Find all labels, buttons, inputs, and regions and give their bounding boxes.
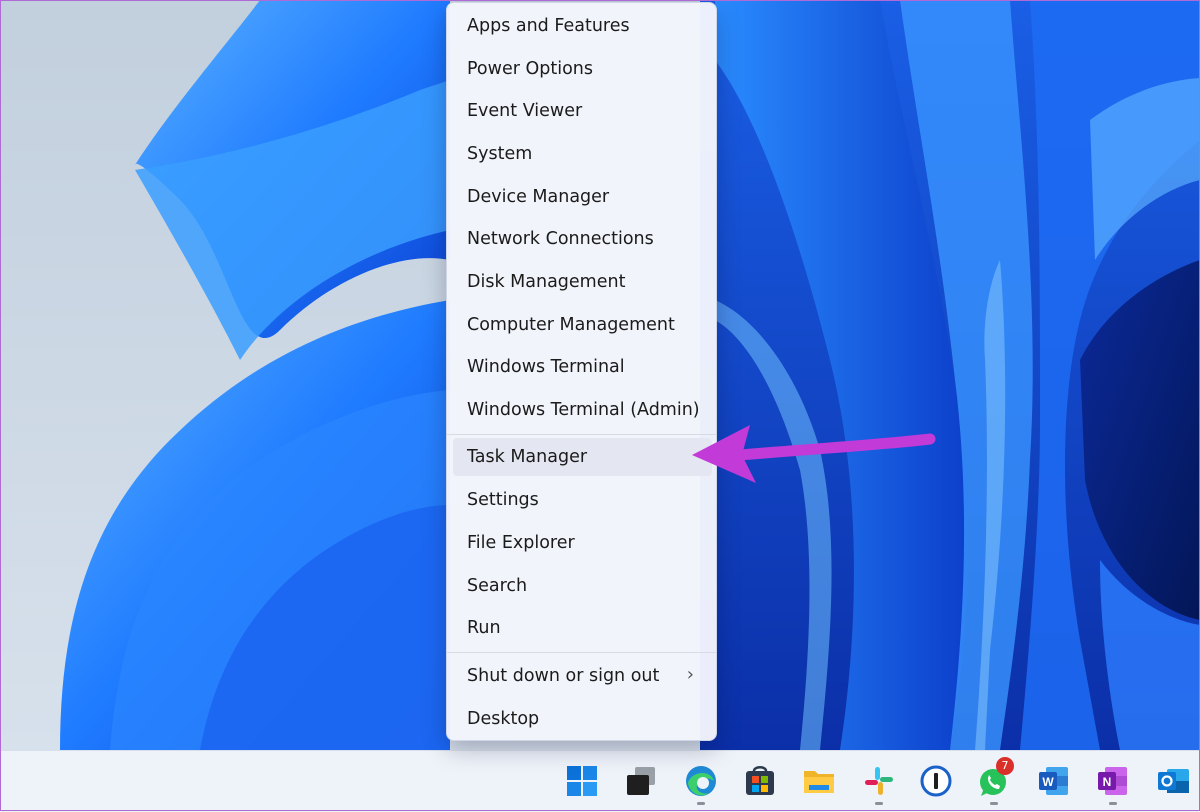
- menu-item-label: Event Viewer: [467, 101, 583, 121]
- store-icon[interactable]: [742, 763, 778, 799]
- menu-item-search[interactable]: Search: [453, 567, 712, 605]
- menu-item-computer-management[interactable]: Computer Management: [453, 306, 712, 344]
- menu-item-event-viewer[interactable]: Event Viewer: [453, 92, 712, 130]
- menu-item-windows-terminal[interactable]: Windows Terminal: [453, 348, 712, 386]
- menu-item-task-manager[interactable]: Task Manager: [453, 438, 712, 476]
- running-indicator: [990, 802, 998, 805]
- menu-item-device-manager[interactable]: Device Manager: [453, 178, 712, 216]
- menu-item-system[interactable]: System: [453, 135, 712, 173]
- menu-item-run[interactable]: Run: [453, 609, 712, 647]
- menu-item-label: Windows Terminal: [467, 357, 625, 377]
- menu-item-label: Run: [467, 618, 501, 638]
- slack-icon[interactable]: [861, 763, 897, 799]
- menu-item-file-explorer[interactable]: File Explorer: [453, 524, 712, 562]
- menu-item-label: Device Manager: [467, 187, 610, 207]
- running-indicator: [1109, 802, 1117, 805]
- menu-item-label: Shut down or sign out: [467, 666, 660, 686]
- menu-item-shut-down-or-sign-out[interactable]: Shut down or sign out ›: [453, 657, 712, 695]
- menu-item-label: Computer Management: [467, 315, 675, 335]
- menu-item-label: Settings: [467, 490, 539, 510]
- menu-item-power-options[interactable]: Power Options: [453, 50, 712, 88]
- winx-context-menu: Apps and Features Power Options Event Vi…: [446, 2, 717, 741]
- whatsapp-icon[interactable]: 7: [976, 757, 1014, 799]
- menu-item-network-connections[interactable]: Network Connections: [453, 220, 712, 258]
- task-view-icon[interactable]: [623, 763, 659, 799]
- menu-item-label: File Explorer: [467, 533, 575, 553]
- menu-separator: [447, 434, 716, 435]
- menu-item-label: Disk Management: [467, 272, 626, 292]
- menu-item-label: Network Connections: [467, 229, 654, 249]
- menu-item-disk-management[interactable]: Disk Management: [453, 263, 712, 301]
- menu-item-label: Desktop: [467, 709, 540, 729]
- menu-item-settings[interactable]: Settings: [453, 481, 712, 519]
- file-explorer-icon[interactable]: [801, 763, 837, 799]
- notification-badge: 7: [996, 757, 1014, 775]
- annotation-arrow-icon: [692, 425, 936, 483]
- outlook-icon[interactable]: [1155, 763, 1191, 799]
- menu-item-windows-terminal-admin[interactable]: Windows Terminal (Admin): [453, 391, 712, 429]
- menu-item-desktop[interactable]: Desktop: [453, 700, 712, 738]
- chevron-right-icon: ›: [686, 664, 694, 685]
- menu-item-label: Task Manager: [467, 447, 588, 467]
- taskbar: 7 W N: [0, 750, 1200, 812]
- running-indicator: [697, 802, 705, 805]
- 1password-icon[interactable]: [918, 763, 954, 799]
- svg-text:N: N: [1103, 775, 1112, 789]
- edge-icon[interactable]: [683, 763, 719, 799]
- menu-item-apps-and-features[interactable]: Apps and Features: [453, 7, 712, 45]
- menu-item-label: Windows Terminal (Admin): [467, 400, 700, 420]
- menu-item-label: Apps and Features: [467, 16, 630, 36]
- menu-item-label: System: [467, 144, 533, 164]
- svg-text:W: W: [1042, 775, 1054, 789]
- menu-item-label: Search: [467, 576, 528, 596]
- menu-item-label: Power Options: [467, 59, 593, 79]
- onenote-icon[interactable]: N: [1095, 763, 1131, 799]
- start-icon[interactable]: [564, 763, 600, 799]
- word-icon[interactable]: W: [1036, 763, 1072, 799]
- running-indicator: [875, 802, 883, 805]
- menu-separator: [447, 652, 716, 653]
